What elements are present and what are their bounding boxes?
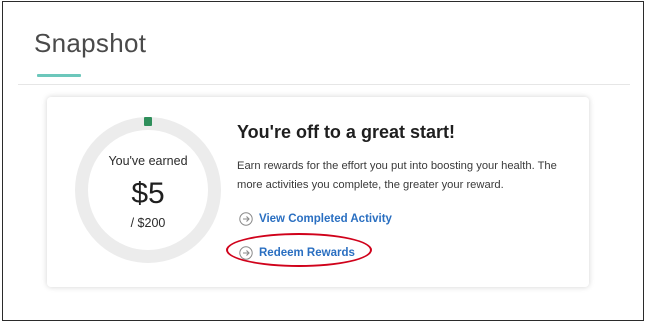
earned-total: / $200 xyxy=(130,216,166,230)
title-underline xyxy=(37,74,81,77)
card-headline: You're off to a great start! xyxy=(237,122,455,142)
view-completed-activity-link[interactable]: View Completed Activity xyxy=(239,212,392,226)
view-completed-activity-label: View Completed Activity xyxy=(259,213,392,225)
page-title: Snapshot xyxy=(34,28,147,58)
rewards-card: You've earned $5 / $200 You're off to a … xyxy=(47,97,589,287)
card-description: Earn rewards for the effort you put into… xyxy=(237,160,557,191)
earned-amount: $5 xyxy=(131,177,165,210)
circle-arrow-right-icon xyxy=(239,212,253,226)
redeem-rewards-label: Redeem Rewards xyxy=(259,247,355,259)
snapshot-panel: Snapshot You've earned $5 / $200 You're … xyxy=(2,1,644,321)
progress-ring-fill xyxy=(144,117,152,126)
earned-label: You've earned xyxy=(108,154,188,168)
circle-arrow-right-icon xyxy=(239,246,253,260)
redeem-rewards-link[interactable]: Redeem Rewards xyxy=(239,246,355,260)
divider xyxy=(18,84,630,85)
